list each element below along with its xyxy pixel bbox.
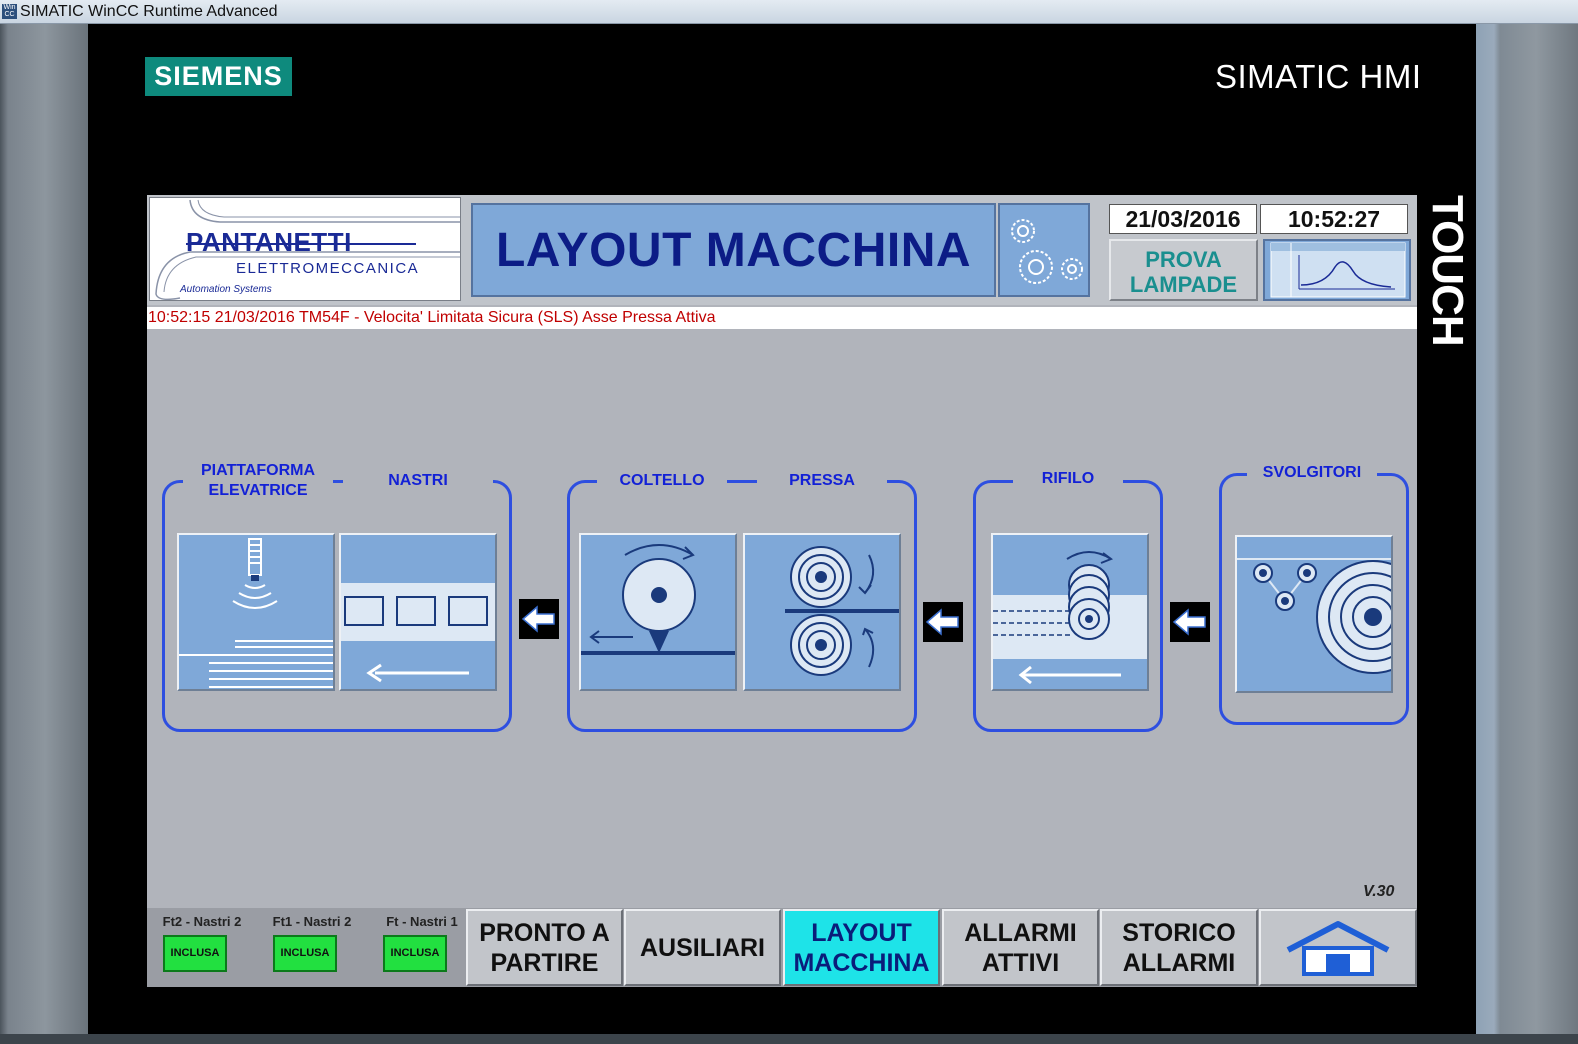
group-title-pressa: PRESSA	[757, 471, 887, 491]
left-arrow-icon	[521, 605, 555, 633]
photocell-toggle[interactable]: INCLUSA	[163, 935, 227, 972]
siemens-logo: SIEMENS	[145, 57, 292, 96]
elevator-sensor-icon	[179, 538, 333, 688]
right-frame	[1476, 24, 1578, 1044]
nav-label: LAYOUT MACCHINA	[793, 918, 930, 977]
date-display: 21/03/2016	[1109, 204, 1257, 234]
group-title-nastri: NASTRI	[343, 471, 493, 491]
left-arrow-icon	[925, 608, 959, 636]
photocell-label: Ft2 - Nastri 2	[162, 914, 242, 929]
unwinder-icon	[1237, 558, 1391, 674]
taskbar-strip	[0, 1034, 1578, 1044]
photocell-label: Ft1 - Nastri 2	[272, 914, 352, 929]
nav-home-button[interactable]	[1259, 909, 1417, 986]
nav-label: STORICO ALLARMI	[1122, 918, 1236, 977]
nav-allarmi-attivi-button[interactable]: ALLARMI ATTIVI	[942, 909, 1099, 986]
hmi-screen: PANTANETTI ELETTROMECCANICA Automation S…	[147, 195, 1417, 987]
logo-tagline: Automation Systems	[180, 284, 272, 295]
pantanetti-logo: PANTANETTI ELETTROMECCANICA Automation S…	[149, 197, 461, 301]
knife-icon	[581, 544, 735, 655]
photocell-label: Ft - Nastri 1	[386, 914, 458, 929]
tile-pressa[interactable]	[743, 533, 901, 691]
application-window: Win CC SIMATIC WinCC Runtime Advanced SI…	[0, 0, 1578, 1044]
group-title-svolgitori: SVOLGITORI	[1247, 463, 1377, 483]
bottom-nav-bar: Ft2 - Nastri 2 INCLUSA Ft1 - Nastri 2 IN…	[147, 908, 1417, 987]
nav-label: PRONTO A PARTIRE	[479, 918, 610, 977]
app-icon-text: Win CC	[3, 4, 16, 18]
nav-ausiliari-button[interactable]: AUSILIARI	[624, 909, 781, 986]
window-title: SIMATIC WinCC Runtime Advanced	[20, 3, 278, 20]
conveyor-belt-icon	[341, 583, 495, 683]
group-title-piattaforma: PIATTAFORMA ELEVATRICE	[183, 461, 333, 501]
photocell-toggle[interactable]: INCLUSA	[273, 935, 337, 972]
group-title-coltello: COLTELLO	[597, 471, 727, 491]
time-display: 10:52:27	[1260, 204, 1408, 234]
wincc-app-icon: Win CC	[2, 4, 17, 19]
version-label: V.30	[1363, 883, 1395, 900]
nav-pronto-a-partire-button[interactable]: PRONTO A PARTIRE	[466, 909, 623, 986]
photocell-ft1: Ft1 - Nastri 2 INCLUSA	[257, 908, 367, 987]
photocell-ft2: Ft2 - Nastri 2 INCLUSA	[147, 908, 257, 987]
left-frame	[0, 24, 88, 1044]
tile-rifilo[interactable]	[991, 533, 1149, 691]
gears-icon	[1011, 219, 1083, 284]
trend-chart-icon	[1270, 242, 1406, 298]
tile-nastri[interactable]	[339, 533, 497, 691]
left-arrow-icon	[1172, 608, 1206, 636]
group-title-rifilo: RIFILO	[1013, 469, 1123, 489]
tile-coltello[interactable]	[579, 533, 737, 691]
nav-label: ALLARMI ATTIVI	[964, 918, 1077, 977]
photocell-toggle[interactable]: INCLUSA	[383, 935, 447, 972]
nav-label: AUSILIARI	[640, 933, 765, 962]
home-icon	[1286, 920, 1390, 976]
prova-lampade-label: PROVA LAMPADE	[1129, 247, 1238, 297]
page-title-box: LAYOUT MACCHINA	[471, 203, 996, 297]
nav-layout-macchina-button[interactable]: LAYOUT MACCHINA	[783, 909, 940, 986]
flow-arrow-3	[1170, 602, 1210, 642]
tile-piattaforma[interactable]	[177, 533, 335, 691]
logo-subtitle: ELETTROMECCANICA	[236, 260, 420, 277]
header: PANTANETTI ELETTROMECCANICA Automation S…	[147, 195, 1417, 305]
photocell-ft: Ft - Nastri 1 INCLUSA	[367, 908, 477, 987]
press-rollers-icon	[785, 546, 899, 676]
trend-button[interactable]	[1263, 239, 1411, 301]
title-bar: Win CC SIMATIC WinCC Runtime Advanced	[0, 0, 1578, 24]
gears-button[interactable]	[998, 203, 1090, 297]
page-title: LAYOUT MACCHINA	[495, 224, 972, 277]
logo-company: PANTANETTI	[186, 227, 352, 257]
nav-storico-allarmi-button[interactable]: STORICO ALLARMI	[1100, 909, 1258, 986]
prova-lampade-button[interactable]: PROVA LAMPADE	[1109, 239, 1258, 301]
touch-label: TOUCH	[1423, 195, 1472, 346]
trimmer-icon	[993, 551, 1147, 685]
alarm-line[interactable]: 10:52:15 21/03/2016 TM54F - Velocita' Li…	[147, 307, 1417, 329]
flow-arrow-2	[923, 602, 963, 642]
tile-svolgitori[interactable]	[1235, 535, 1393, 693]
simatic-hmi-label: SIMATIC HMI	[1215, 58, 1422, 95]
flow-arrow-1	[519, 599, 559, 639]
